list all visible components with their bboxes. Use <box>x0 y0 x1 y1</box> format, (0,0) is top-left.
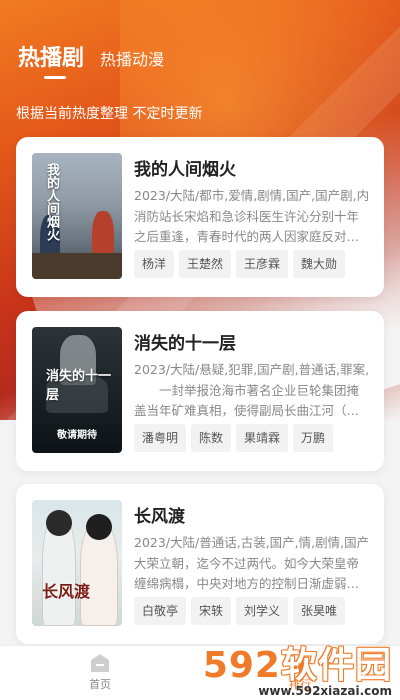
drama-description: 大荣立朝，迄今不过两代。如今大荣皇帝缠绵病榻，中央对地方的控制日渐虚弱… <box>134 556 360 591</box>
drama-card[interactable]: 消失的十一层 敬请期待 消失的十一层 2023/大陆/悬疑,犯罪,国产剧,普通话… <box>16 311 384 471</box>
list-subtitle: 根据当前热度整理 不定时更新 <box>16 106 203 122</box>
cast-chip[interactable]: 刘学义 <box>236 597 289 625</box>
nav-home[interactable]: 首页 <box>0 646 200 700</box>
tab-hot-anime-label: 热播动漫 <box>100 50 165 69</box>
watermark-text: 软件园 <box>280 645 392 686</box>
cast-chip[interactable]: 潘粤明 <box>134 424 187 452</box>
cast-chip[interactable]: 王楚然 <box>179 250 232 278</box>
cast-chip[interactable]: 陈数 <box>191 424 232 452</box>
drama-meta: 2023/大陆/悬疑,犯罪,国产剧,普通话,罪案, <box>134 362 368 377</box>
watermark-number: 592 <box>202 645 281 686</box>
drama-title: 我的人间烟火 <box>134 160 236 180</box>
cast-chip[interactable]: 果靖霖 <box>236 424 289 452</box>
nav-home-label: 首页 <box>89 678 111 691</box>
cast-chip[interactable]: 万鹏 <box>293 424 334 452</box>
tab-hot-dramas[interactable]: 热播剧 <box>18 40 85 79</box>
drama-card[interactable]: 我的人间烟火 我的人间烟火 2023/大陆/都市,爱情,剧情,国产,国产剧,内 … <box>16 137 384 297</box>
tab-hot-anime[interactable]: 热播动漫 <box>100 46 164 70</box>
home-icon <box>90 654 110 672</box>
drama-poster: 消失的十一层 敬请期待 <box>32 327 122 453</box>
tab-hot-dramas-label: 热播剧 <box>18 46 85 71</box>
drama-meta: 2023/大陆/都市,爱情,剧情,国产,国产剧,内 <box>134 188 368 203</box>
poster-title: 长风渡 <box>42 582 91 601</box>
poster-title: 我的人间烟火 <box>44 163 59 241</box>
cast-list: 白敬亭 宋轶 刘学义 张昊唯 <box>134 597 346 625</box>
cast-list: 杨洋 王楚然 王彦霖 魏大勋 <box>134 250 346 278</box>
cast-chip[interactable]: 魏大勋 <box>293 250 346 278</box>
drama-description: 消防站长宋焰和急诊科医生许沁分别十年之后重逢，青春时代的两人因家庭反对… <box>134 209 360 244</box>
drama-card[interactable]: 长风渡 长风渡 2023/大陆/普通话,古装,国产,情,剧情,国产 大荣立朝，迄… <box>16 484 384 644</box>
drama-poster: 长风渡 <box>32 500 122 626</box>
watermark-logo: 592软件园 <box>203 636 392 688</box>
drama-description: 一封举报沧海市著名企业巨轮集团掩盖当年矿难真相，使得副局长曲江河（… <box>134 383 360 418</box>
cast-chip[interactable]: 白敬亭 <box>134 597 187 625</box>
poster-caption: 敬请期待 <box>57 430 97 441</box>
cast-chip[interactable]: 张昊唯 <box>293 597 346 625</box>
cast-chip[interactable]: 宋轶 <box>191 597 232 625</box>
drama-title: 消失的十一层 <box>134 334 236 354</box>
watermark: 592软件园 www.592xiazai.com <box>203 636 392 698</box>
poster-title: 消失的十一层 <box>46 369 112 403</box>
cast-chip[interactable]: 杨洋 <box>134 250 175 278</box>
cast-chip[interactable]: 王彦霖 <box>236 250 289 278</box>
drama-title: 长风渡 <box>134 507 185 527</box>
drama-meta: 2023/大陆/普通话,古装,国产,情,剧情,国产 <box>134 535 368 550</box>
drama-poster: 我的人间烟火 <box>32 153 122 279</box>
cast-list: 潘粤明 陈数 果靖霖 万鹏 <box>134 424 334 452</box>
active-tab-indicator <box>44 76 66 79</box>
category-tabs: 热播剧 热播动漫 <box>18 40 164 79</box>
